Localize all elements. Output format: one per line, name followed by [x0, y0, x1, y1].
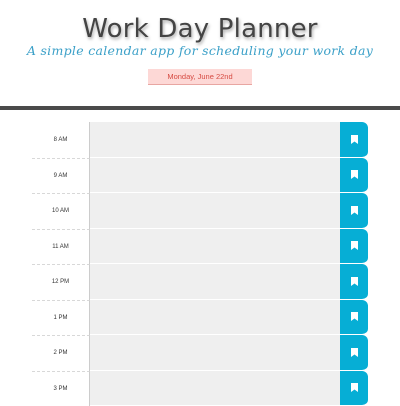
hour-label: 11 AM [32, 229, 90, 265]
event-description-input[interactable] [90, 193, 340, 229]
bookmark-icon [351, 277, 358, 286]
bookmark-icon [351, 135, 358, 144]
hour-label: 10 AM [32, 193, 90, 229]
hour-label: 9 AM [32, 158, 90, 194]
time-block-row: 12 PM [32, 264, 368, 300]
time-block-row: 1 PM [32, 300, 368, 336]
time-block-row: 3 PM [32, 371, 368, 406]
save-button[interactable] [340, 122, 368, 158]
save-button[interactable] [340, 229, 368, 265]
hour-label: 12 PM [32, 264, 90, 300]
time-block-row: 11 AM [32, 229, 368, 265]
event-description-input[interactable] [90, 158, 340, 194]
hour-label: 3 PM [32, 371, 90, 406]
save-button[interactable] [340, 264, 368, 300]
save-button[interactable] [340, 371, 368, 406]
current-date-badge: Monday, June 22nd [148, 69, 252, 85]
time-block-row: 9 AM [32, 158, 368, 194]
bookmark-icon [351, 312, 358, 321]
save-button[interactable] [340, 335, 368, 371]
header-divider [0, 106, 400, 110]
time-block-row: 10 AM [32, 193, 368, 229]
page-subtitle: A simple calendar app for scheduling you… [0, 43, 400, 58]
event-description-input[interactable] [90, 122, 340, 158]
bookmark-icon [351, 206, 358, 215]
page-title: Work Day Planner [0, 14, 400, 44]
hour-label: 2 PM [32, 335, 90, 371]
bookmark-icon [351, 383, 358, 392]
page-header: Work Day Planner A simple calendar app f… [0, 0, 400, 110]
save-button[interactable] [340, 300, 368, 336]
planner-container: 8 AM 9 AM 10 AM 11 AM 12 PM 1 PM [32, 122, 368, 406]
bookmark-icon [351, 241, 358, 250]
time-block-row: 2 PM [32, 335, 368, 371]
event-description-input[interactable] [90, 300, 340, 336]
time-block-row: 8 AM [32, 122, 368, 158]
bookmark-icon [351, 170, 358, 179]
save-button[interactable] [340, 158, 368, 194]
hour-label: 1 PM [32, 300, 90, 336]
event-description-input[interactable] [90, 371, 340, 406]
hour-label: 8 AM [32, 122, 90, 158]
bookmark-icon [351, 348, 358, 357]
event-description-input[interactable] [90, 264, 340, 300]
event-description-input[interactable] [90, 335, 340, 371]
save-button[interactable] [340, 193, 368, 229]
event-description-input[interactable] [90, 229, 340, 265]
